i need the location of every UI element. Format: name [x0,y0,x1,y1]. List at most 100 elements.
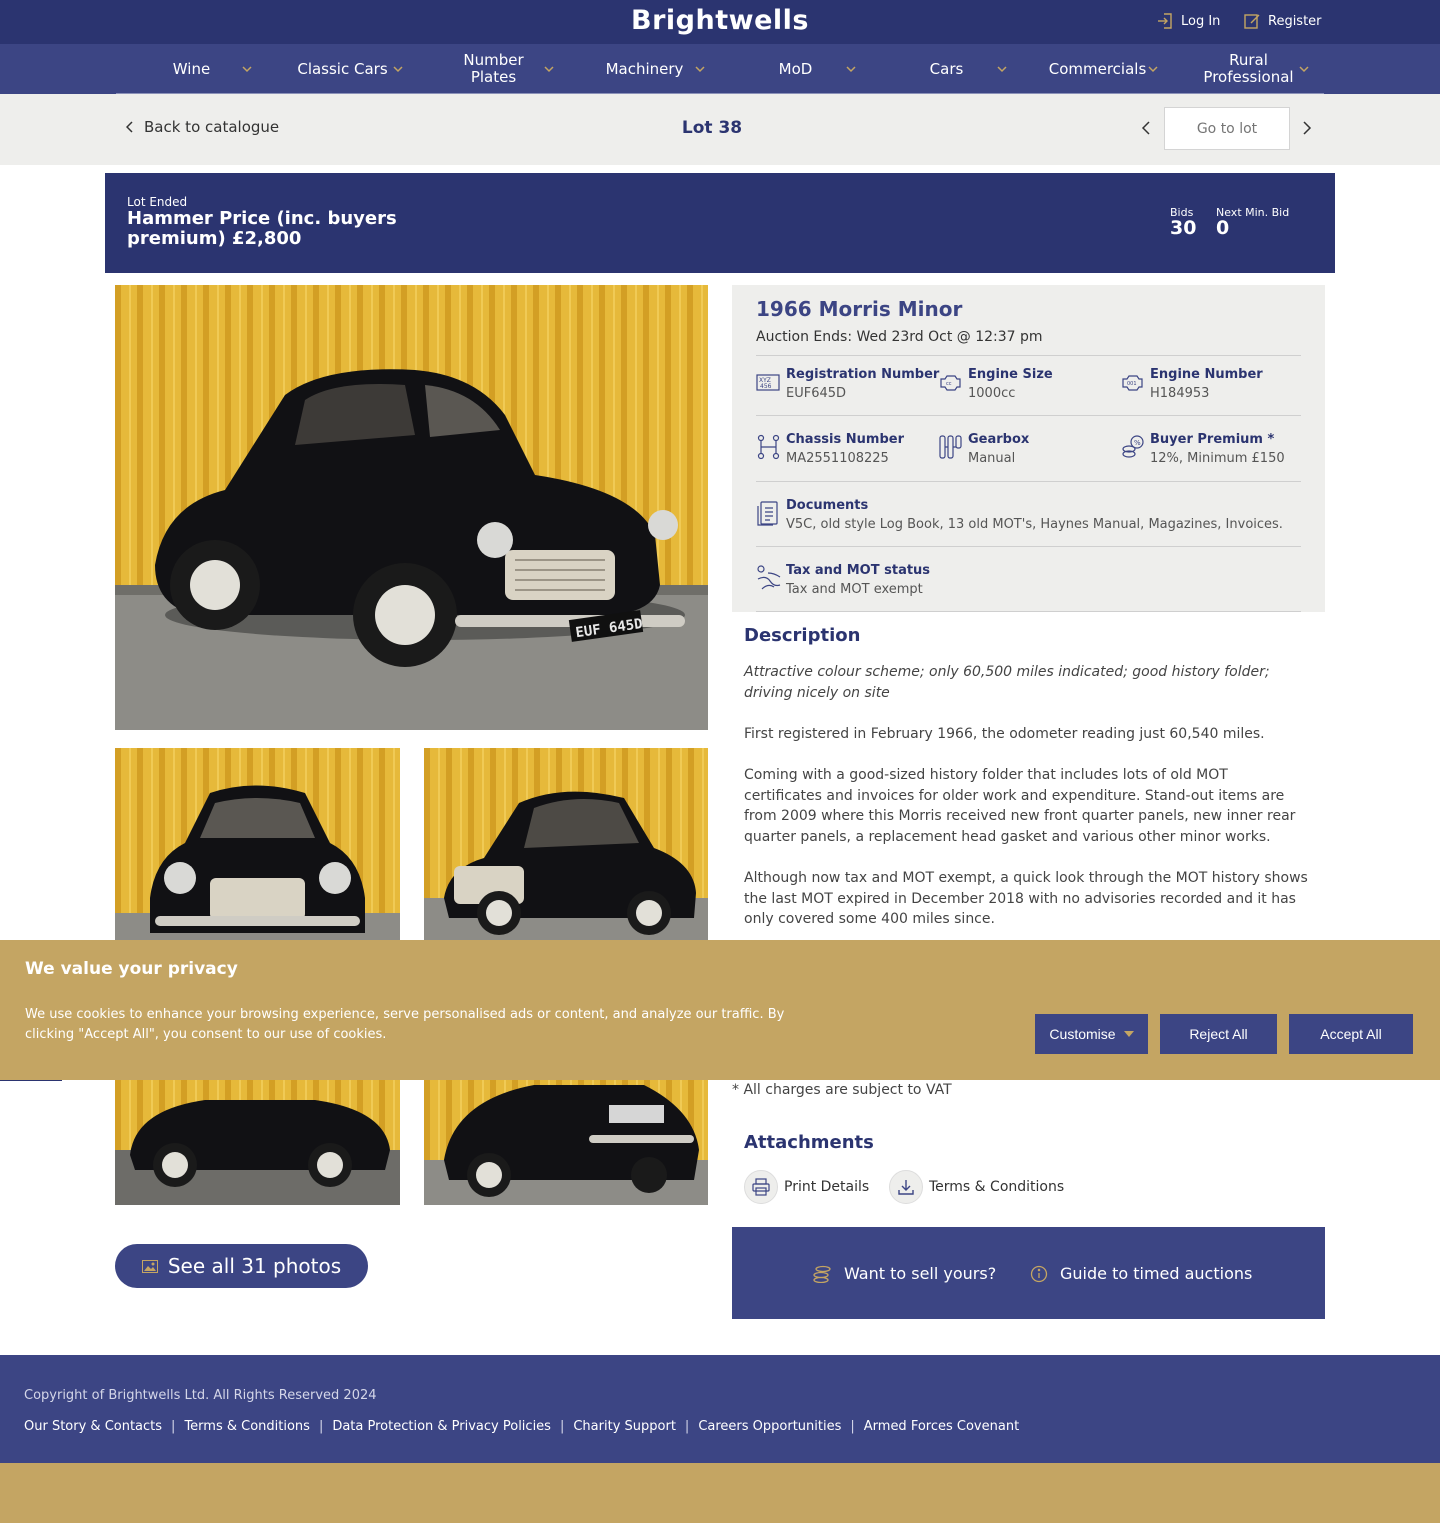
description-heading: Description [744,625,861,646]
footer-link[interactable]: Our Story & Contacts [24,1419,162,1434]
nav-item-mod[interactable]: MoD [720,44,871,94]
see-all-photos-button[interactable]: See all 31 photos [115,1244,368,1288]
register-label: Register [1268,13,1322,29]
back-to-catalogue-link[interactable]: Back to catalogue [126,118,279,136]
footer: Copyright of Brightwells Ltd. All Rights… [0,1355,1440,1463]
accept-all-button[interactable]: Accept All [1289,1014,1413,1054]
nav-item-number-plates[interactable]: Number Plates [418,44,569,94]
description-summary: Attractive colour scheme; only 60,500 mi… [744,664,1270,701]
attachments-heading: Attachments [744,1132,874,1153]
spec-key: Registration Number [786,367,940,382]
chevron-down-icon [393,66,403,73]
buyer-premium-icon: % [1122,435,1144,458]
sell-guide-box: Want to sell yours? Guide to timed aucti… [732,1227,1325,1319]
nav-item-label: Cars [929,59,964,78]
vehicle-title: 1966 Morris Minor [756,297,963,321]
want-to-sell-label: Want to sell yours? [844,1264,997,1283]
documents-icon [757,501,778,526]
info-icon [1030,1265,1048,1282]
gearbox-icon [939,435,962,459]
footer-separator: | [559,1419,565,1434]
car-photo-thumbnail-rear[interactable] [424,1080,708,1205]
vat-note: * All charges are subject to VAT [732,1082,952,1098]
top-bar: Brightwells Log In Register [0,0,1440,44]
spec-value: MA2551108225 [786,451,889,466]
nav-item-machinery[interactable]: Machinery [569,44,720,94]
guide-to-timed-auctions-link[interactable]: Guide to timed auctions [1030,1264,1252,1283]
next-lot-arrow-icon[interactable] [1301,120,1313,136]
footer-link[interactable]: Charity Support [573,1419,676,1434]
chevron-down-icon [1299,66,1309,73]
footer-link[interactable]: Armed Forces Covenant [864,1419,1019,1434]
footer-link[interactable]: Careers Opportunities [698,1419,841,1434]
main-nav: Wine Classic Cars Number Plates Machinery Mo… [0,44,1440,94]
chevron-down-icon [1148,66,1158,73]
nav-item-commercials[interactable]: Commercials [1022,44,1173,94]
go-to-lot-input[interactable] [1164,107,1290,150]
spec-key: Engine Size [968,367,1053,382]
printer-icon [744,1170,778,1204]
login-link[interactable]: Log In [1156,12,1220,30]
car-photo-thumbnail-front[interactable] [115,748,400,940]
spec-key: Documents [786,498,869,513]
nav-item-label: Wine [172,59,211,78]
description-paragraph: Coming with a good-sized history folder … [744,767,1296,845]
bids-count: 30 [1170,217,1197,239]
spec-key: Engine Number [1150,367,1263,382]
svg-text:456: 456 [760,383,772,390]
cookie-banner-edge [0,1080,62,1081]
footer-separator: | [318,1419,324,1434]
terms-conditions-download-link[interactable]: Terms & Conditions [889,1170,1064,1204]
spec-key: Gearbox [968,432,1030,447]
print-details-link[interactable]: Print Details [744,1170,869,1204]
footer-link[interactable]: Data Protection & Privacy Policies [332,1419,551,1434]
auction-end-time: Auction Ends: Wed 23rd Oct @ 12:37 pm [756,329,1043,345]
footer-link[interactable]: Terms & Conditions [184,1419,310,1434]
nav-item-classic-cars[interactable]: Classic Cars [267,44,418,94]
brightwells-logo[interactable]: Brightwells [0,5,1440,36]
car-photo-thumbnail-side[interactable] [115,1080,400,1205]
reject-all-button[interactable]: Reject All [1160,1014,1277,1054]
spec-value: H184953 [1150,386,1210,401]
description-paragraph: Although now tax and MOT exempt, a quick… [744,870,1308,927]
terms-conditions-label: Terms & Conditions [929,1179,1065,1195]
engine-size-icon: cc [940,375,961,391]
spec-value: 1000cc [968,386,1016,401]
svg-text:%: % [1134,439,1141,447]
cookie-text: We use cookies to enhance your browsing … [25,1007,785,1042]
nav-item-label: MoD [778,59,813,78]
car-photo-thumbnail-side-front[interactable] [424,748,708,940]
svg-text:001: 001 [1127,381,1137,387]
spec-divider [756,415,1301,416]
chevron-down-icon [997,66,1007,73]
coins-icon [813,1265,831,1283]
want-to-sell-link[interactable]: Want to sell yours? [812,1264,996,1283]
footer-links: Our Story & Contacts | Terms & Conditions |… [24,1419,1019,1434]
chassis-icon [757,434,780,460]
nav-item-rural-professional[interactable]: Rural Professional [1173,44,1324,94]
caret-down-icon [1123,1031,1134,1037]
svg-text:cc: cc [946,381,952,387]
nav-item-cars[interactable]: Cars [871,44,1022,94]
nav-item-label: Machinery [605,59,684,78]
main-car-photo[interactable]: EUF 645D [115,285,708,730]
register-link[interactable]: Register [1243,12,1322,30]
spec-divider [756,481,1301,482]
cookie-title: We value your privacy [25,959,238,979]
login-label: Log In [1181,13,1221,29]
nav-item-label: Commercials [1048,59,1147,78]
next-min-bid-value: 0 [1216,217,1230,239]
nav-item-label: Classic Cars [297,59,388,78]
lot-ended-label: Lot Ended [127,195,188,209]
spec-key: Buyer Premium * [1150,432,1275,447]
print-details-label: Print Details [784,1179,870,1195]
customise-label: Customise [1049,1026,1116,1042]
nav-item-wine[interactable]: Wine [116,44,267,94]
registration-plate-icon: XYZ456 [756,374,780,391]
vehicle-details-panel: 1966 Morris Minor Auction Ends: Wed 23rd… [732,285,1325,612]
previous-lot-arrow-icon[interactable] [1140,120,1152,136]
customise-button[interactable]: Customise [1035,1014,1148,1054]
nav-item-label: Rural Professional [1203,51,1294,86]
lot-number-title: Lot 38 [681,118,743,138]
chevron-down-icon [544,66,554,73]
